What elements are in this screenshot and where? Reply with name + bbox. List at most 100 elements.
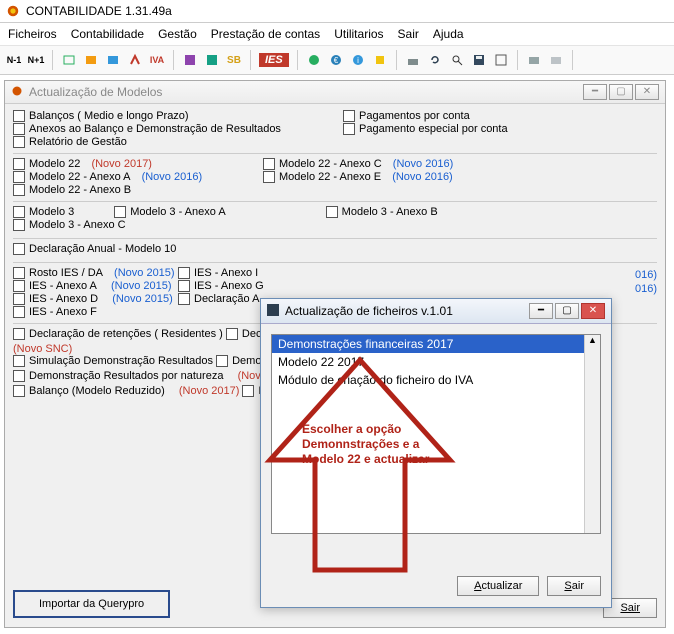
list-item[interactable]: Demonstrações financeiras 2017	[272, 335, 600, 353]
chk-label: Rosto IES / DA	[29, 267, 103, 279]
toolbar: N-1 N+1 IVA SB IES € i	[0, 46, 674, 75]
menu-gestao[interactable]: Gestão	[158, 27, 197, 41]
chk-label: Anexos ao Balanço e Demonstração de Resu…	[29, 123, 281, 135]
actualizar-button[interactable]: Actualizar	[457, 576, 539, 596]
scroll-up-icon[interactable]: ▲	[585, 335, 600, 345]
note: (Novo 2016)	[392, 171, 453, 183]
tool-icon-1[interactable]	[61, 52, 77, 68]
list-item[interactable]: Módulo de criação do ficheiro do IVA	[272, 371, 600, 389]
dialog-icon	[267, 304, 279, 319]
chk-label: IES - Anexo G	[194, 280, 264, 292]
modelos-titlebar: Actualização de Modelos ━ ▢ ✕	[5, 81, 665, 104]
nminus-button[interactable]: N-1	[6, 52, 22, 68]
chk-m22a[interactable]: Modelo 22 - Anexo A (Novo 2016)	[13, 171, 263, 183]
dialog-minimize-button[interactable]: ━	[529, 303, 553, 319]
chk-anexos[interactable]: Anexos ao Balanço e Demonstração de Resu…	[13, 123, 343, 135]
separator	[52, 50, 53, 70]
chk-label: Balanços ( Medio e longo Prazo)	[29, 110, 189, 122]
chk-m22[interactable]: Modelo 22 (Novo 2017)	[13, 158, 263, 170]
save-icon[interactable]	[471, 52, 487, 68]
dialog-close-button[interactable]: ✕	[581, 303, 605, 319]
chk-ies-i[interactable]: IES - Anexo I	[178, 267, 268, 279]
chk-label: Pagamento especial por conta	[359, 123, 508, 135]
menu-ficheiros[interactable]: Ficheiros	[8, 27, 57, 41]
chk-ies-f[interactable]: IES - Anexo F	[13, 306, 178, 318]
chk-m22c[interactable]: Modelo 22 - Anexo C (Novo 2016)	[263, 158, 453, 170]
chk-m3c[interactable]: Modelo 3 - Anexo C	[13, 219, 126, 231]
menu-contabilidade[interactable]: Contabilidade	[71, 27, 144, 41]
chk-sim-dr[interactable]: Simulação Demonstração Resultados	[13, 355, 213, 367]
btn-rest: ctualizar	[481, 580, 522, 592]
chk-m22e[interactable]: Modelo 22 - Anexo E (Novo 2016)	[263, 171, 453, 183]
dialog-maximize-button[interactable]: ▢	[555, 303, 579, 319]
chk-ies-g[interactable]: IES - Anexo G	[178, 280, 268, 292]
menu-sair[interactable]: Sair	[398, 27, 419, 41]
menu-utilitarios[interactable]: Utilitarios	[334, 27, 383, 41]
chk-relatorio[interactable]: Relatório de Gestão	[13, 136, 343, 148]
search-icon[interactable]	[449, 52, 465, 68]
tool-icon-17[interactable]	[548, 52, 564, 68]
chk-m3b[interactable]: Modelo 3 - Anexo B	[326, 206, 438, 218]
separator	[250, 50, 251, 70]
chk-m22b[interactable]: Modelo 22 - Anexo B	[13, 184, 263, 196]
chk-label: IES - Anexo A	[29, 280, 97, 292]
chk-decl-a[interactable]: Declaração A	[178, 293, 268, 305]
modelos-title: Actualização de Modelos	[29, 85, 162, 99]
info-icon[interactable]: i	[350, 52, 366, 68]
chk-ies-rosto[interactable]: Rosto IES / DA (Novo 2015)	[13, 267, 178, 279]
chk-pag-conta[interactable]: Pagamentos por conta	[343, 110, 657, 122]
chk-balancos[interactable]: Balanços ( Medio e longo Prazo)	[13, 110, 343, 122]
chk-label: Relatório de Gestão	[29, 136, 127, 148]
chk-label: Modelo 3	[29, 206, 74, 218]
nplus-button[interactable]: N+1	[28, 52, 44, 68]
tool-sb-icon[interactable]: SB	[226, 52, 242, 68]
tool-icon-8[interactable]: €	[328, 52, 344, 68]
chk-ies-a[interactable]: IES - Anexo A (Novo 2015)	[13, 280, 178, 292]
list-item[interactable]: Modelo 22 2017	[272, 353, 600, 371]
app-icon	[11, 85, 23, 100]
chk-label: Modelo 22 - Anexo E	[279, 171, 381, 183]
close-button[interactable]: ✕	[635, 84, 659, 100]
tool-icon-7[interactable]	[306, 52, 322, 68]
chk-ret-res[interactable]: Declaração de retenções ( Residentes )	[13, 328, 223, 340]
tool-icon-15[interactable]	[493, 52, 509, 68]
tool-icon-4[interactable]	[127, 52, 143, 68]
tool-icon-10[interactable]	[372, 52, 388, 68]
note-016-2: 016)	[268, 283, 657, 295]
ies-badge[interactable]: IES	[259, 53, 289, 67]
menu-ajuda[interactable]: Ajuda	[433, 27, 464, 41]
note: (Novo 2016)	[393, 158, 454, 170]
chk-label: Balanço (Modelo Reduzido)	[29, 385, 165, 397]
chk-label: IES - Anexo F	[29, 306, 97, 318]
chk-decl10[interactable]: Declaração Anual - Modelo 10	[13, 243, 176, 255]
menu-prestacao[interactable]: Prestação de contas	[211, 27, 320, 41]
import-querypro-button[interactable]: Importar da Querypro	[13, 590, 170, 618]
svg-text:€: €	[334, 56, 339, 65]
files-listbox[interactable]: Demonstrações financeiras 2017 Modelo 22…	[271, 334, 601, 534]
separator	[297, 50, 298, 70]
tool-icon-3[interactable]	[105, 52, 121, 68]
chk-ies-d[interactable]: IES - Anexo D (Novo 2015)	[13, 293, 178, 305]
tool-icon-2[interactable]	[83, 52, 99, 68]
tool-icon-11[interactable]	[405, 52, 421, 68]
iva-label[interactable]: IVA	[149, 52, 165, 68]
tool-icon-6[interactable]	[204, 52, 220, 68]
menubar: Ficheiros Contabilidade Gestão Prestação…	[0, 23, 674, 46]
note: (Novo 2017)	[179, 385, 240, 397]
dialog-sair-button[interactable]: Sair	[547, 576, 601, 596]
maximize-button[interactable]: ▢	[609, 84, 633, 100]
tool-icon-5[interactable]	[182, 52, 198, 68]
chk-m3a[interactable]: Modelo 3 - Anexo A	[114, 206, 225, 218]
chk-label: Simulação Demonstração Resultados	[29, 355, 213, 367]
chk-m3[interactable]: Modelo 3	[13, 206, 74, 218]
refresh-icon[interactable]	[427, 52, 443, 68]
chk-dr-nat[interactable]: Demonstração Resultados por natureza (No…	[13, 370, 267, 382]
minimize-button[interactable]: ━	[583, 84, 607, 100]
chk-pag-especial[interactable]: Pagamento especial por conta	[343, 123, 657, 135]
chk-bal-red[interactable]: Balanço (Modelo Reduzido) (Novo 2017)	[13, 385, 239, 397]
note: (Novo 2015)	[111, 280, 172, 292]
chk-label: IES - Anexo D	[29, 293, 98, 305]
chk-label: Modelo 3 - Anexo C	[29, 219, 126, 231]
chk-label: Pagamentos por conta	[359, 110, 470, 122]
tool-icon-16[interactable]	[526, 52, 542, 68]
